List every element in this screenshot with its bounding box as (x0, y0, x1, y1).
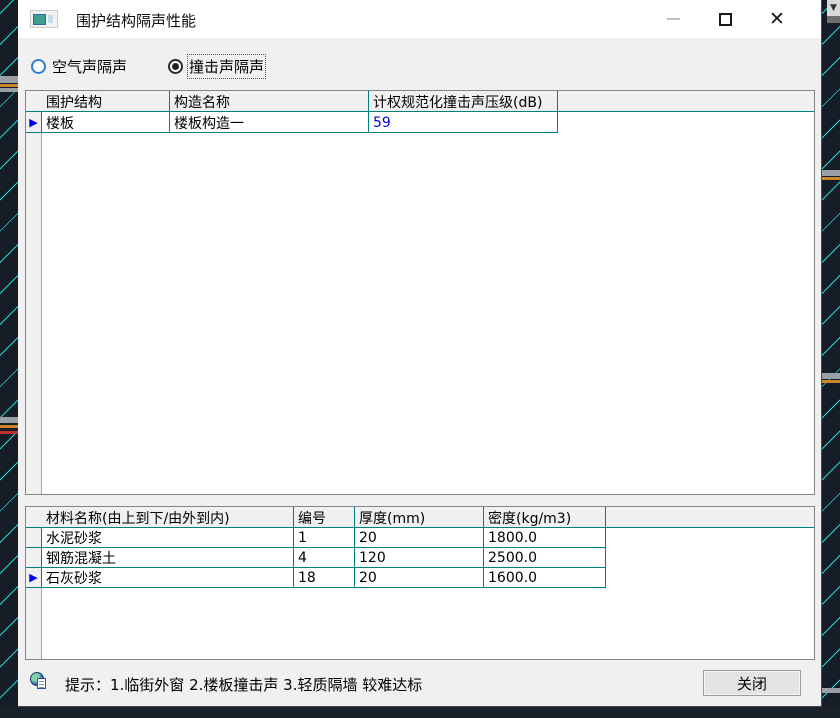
cell-structure[interactable]: 楼板 (42, 112, 170, 133)
titlebar: 围护结构隔声性能 ✕ (18, 0, 821, 38)
cell-number[interactable]: 4 (294, 548, 355, 568)
row-gutter-cell (26, 528, 42, 548)
cell-material[interactable]: 石灰砂浆 (42, 568, 294, 588)
table-row[interactable]: 水泥砂浆 1 20 1800.0 (26, 528, 814, 548)
row-header-gutter (26, 91, 42, 494)
cell-thickness[interactable]: 20 (355, 568, 484, 588)
impact-sound-table: 围护结构 构造名称 计权规范化撞击声压级(dB) ▶ 楼板 楼板构造一 59 (25, 90, 815, 495)
table-header-row: 围护结构 构造名称 计权规范化撞击声压级(dB) (26, 91, 814, 112)
screen: ▼ 围护结构隔声性能 ✕ 空气声隔声 撞击声隔声 (0, 0, 840, 718)
cad-canvas-bottom (0, 707, 840, 718)
cell-impact-level[interactable]: 59 (369, 112, 558, 133)
column-header-structure[interactable]: 围护结构 (42, 91, 170, 111)
close-button[interactable]: 关闭 (703, 670, 801, 696)
selected-row-indicator: ▶ (26, 568, 42, 588)
cad-canvas-left (0, 0, 18, 718)
radio-label: 空气声隔声 (52, 56, 127, 77)
radio-impact-sound[interactable]: 撞击声隔声 (168, 56, 264, 77)
column-header-construction[interactable]: 构造名称 (170, 91, 369, 111)
app-icon-shape (48, 15, 53, 23)
maximize-button[interactable] (699, 0, 751, 38)
cad-layer-band (822, 380, 840, 383)
window-title: 围护结构隔声性能 (76, 10, 196, 31)
cell-material[interactable]: 水泥砂浆 (42, 528, 294, 548)
table-row[interactable]: ▶ 楼板 楼板构造一 59 (26, 112, 814, 133)
hint-icon (30, 672, 48, 690)
app-icon-shape (33, 14, 46, 25)
cad-layer-band (0, 76, 18, 83)
radio-off-icon (31, 59, 46, 74)
close-icon: ✕ (769, 10, 785, 29)
cell-density[interactable]: 2500.0 (484, 548, 606, 568)
cad-layer-band (822, 373, 840, 379)
cad-canvas-right (822, 0, 840, 718)
background-scrollbar-arrow[interactable]: ▼ (827, 0, 840, 16)
material-table: 材料名称(由上到下/由外到内) 编号 厚度(mm) 密度(kg/m3) 水泥砂浆… (25, 506, 815, 660)
column-header-density[interactable]: 密度(kg/m3) (484, 507, 606, 527)
cad-layer-band (0, 431, 18, 434)
radio-airborne-sound[interactable]: 空气声隔声 (31, 56, 127, 77)
column-header-impact-level[interactable]: 计权规范化撞击声压级(dB) (369, 91, 558, 111)
radio-label: 撞击声隔声 (189, 56, 264, 77)
cell-material[interactable]: 钢筋混凝土 (42, 548, 294, 568)
dialog-sound-insulation: 围护结构隔声性能 ✕ 空气声隔声 撞击声隔声 围护结构 构造名称 (18, 0, 822, 707)
cell-density[interactable]: 1600.0 (484, 568, 606, 588)
cell-thickness[interactable]: 120 (355, 548, 484, 568)
insulation-mode-group: 空气声隔声 撞击声隔声 (18, 56, 821, 82)
background-scrollbar-track (827, 16, 840, 23)
column-header-number[interactable]: 编号 (294, 507, 355, 527)
hint-text: 提示：1.临街外窗 2.楼板撞击声 3.轻质隔墙 较难达标 (65, 674, 422, 695)
minimize-button[interactable] (647, 0, 699, 38)
column-header-material[interactable]: 材料名称(由上到下/由外到内) (42, 507, 294, 527)
minimize-icon (667, 18, 680, 20)
cell-density[interactable]: 1800.0 (484, 528, 606, 548)
close-window-button[interactable]: ✕ (751, 0, 803, 38)
cad-layer-band (0, 84, 18, 87)
cell-construction[interactable]: 楼板构造一 (170, 112, 369, 133)
cad-layer-band (0, 88, 18, 92)
column-header-thickness[interactable]: 厚度(mm) (355, 507, 484, 527)
cell-number[interactable]: 1 (294, 528, 355, 548)
app-icon (30, 10, 58, 28)
cad-layer-band (0, 417, 18, 423)
cad-layer-band (0, 425, 18, 428)
table-header-row: 材料名称(由上到下/由外到内) 编号 厚度(mm) 密度(kg/m3) (26, 507, 814, 528)
cad-layer-band (822, 688, 840, 693)
row-gutter-cell (26, 548, 42, 568)
cell-thickness[interactable]: 20 (355, 528, 484, 548)
row-marker-icon: ▶ (29, 572, 37, 583)
table-row[interactable]: 钢筋混凝土 4 120 2500.0 (26, 548, 814, 568)
cell-number[interactable]: 18 (294, 568, 355, 588)
window-controls: ✕ (647, 0, 803, 38)
radio-on-icon (168, 59, 183, 74)
document-icon (37, 678, 46, 689)
cad-layer-band (822, 170, 840, 176)
cad-layer-band (822, 177, 840, 180)
maximize-icon (719, 13, 732, 26)
row-marker-icon: ▶ (29, 117, 37, 128)
table-row[interactable]: ▶ 石灰砂浆 18 20 1600.0 (26, 568, 814, 588)
selected-row-indicator: ▶ (26, 112, 42, 133)
